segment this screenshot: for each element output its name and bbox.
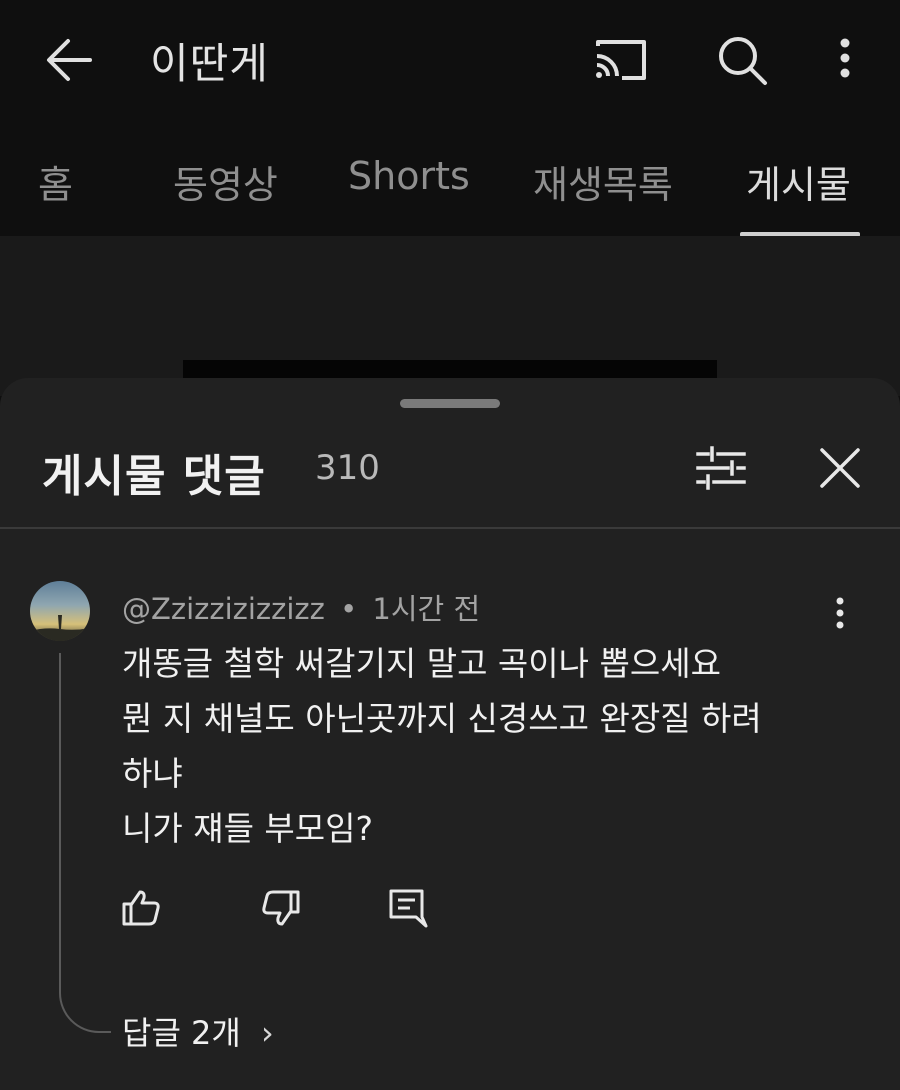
close-icon (820, 448, 860, 488)
sliders-icon (696, 446, 746, 490)
comment-author[interactable]: @Zzizzizizzizz (122, 592, 325, 626)
comment-line: 하냐 (122, 754, 183, 793)
reply-thread-line (59, 653, 111, 1033)
sheet-drag-handle[interactable] (400, 399, 500, 408)
avatar[interactable] (30, 581, 90, 641)
arrow-left-icon (47, 39, 92, 81)
comment-line: 개똥글 철학 써갈기지 말고 곡이나 뽑으세요 (122, 644, 721, 683)
close-sheet-button[interactable] (810, 438, 870, 498)
comment-line: 니가 쟤들 부모임? (122, 809, 374, 848)
like-button[interactable] (120, 886, 164, 930)
thumbs-up-icon (122, 890, 160, 926)
avatar-image (30, 615, 90, 641)
comment-text: 개똥글 철학 써갈기지 말고 곡이나 뽑으세요 뭔 지 채널도 아닌곳까지 신경… (122, 636, 842, 856)
tab-videos[interactable]: 동영상 (173, 154, 278, 209)
tab-shorts[interactable]: Shorts (348, 154, 470, 198)
channel-title: 이딴게 (150, 39, 269, 88)
reply-button[interactable] (386, 886, 430, 930)
comments-title: 게시물 댓글 (42, 451, 266, 502)
search-icon (719, 37, 767, 85)
tab-posts[interactable]: 게시물 (746, 154, 851, 209)
comments-count: 310 (315, 448, 380, 488)
more-vertical-icon (836, 597, 844, 629)
channel-tabs: 홈 동영상 Shorts 재생목록 게시물 (0, 120, 900, 236)
comment-meta: @Zzizzizizzizz • 1시간 전 (122, 586, 480, 628)
meta-separator: • (340, 592, 358, 626)
search-button[interactable] (712, 30, 772, 90)
sheet-divider (0, 527, 900, 529)
comment-time: 1시간 전 (372, 592, 481, 626)
more-vertical-icon (840, 38, 850, 78)
view-replies-button[interactable]: 답글 2개 › (122, 1008, 274, 1054)
comment-reply-icon (389, 889, 428, 928)
tab-home[interactable]: 홈 (38, 154, 73, 209)
thumbs-down-icon (262, 890, 300, 926)
cast-icon (596, 40, 646, 80)
tab-playlists[interactable]: 재생목록 (533, 154, 673, 209)
back-button[interactable] (40, 32, 100, 88)
replies-label: 답글 2개 (122, 1014, 241, 1052)
comment-line: 뭔 지 채널도 아닌곳까지 신경쓰고 완장질 하려 (122, 699, 762, 738)
more-options-button[interactable] (815, 30, 875, 90)
chevron-right-icon: › (261, 1014, 274, 1052)
cast-button[interactable] (592, 30, 652, 90)
dislike-button[interactable] (258, 886, 302, 930)
comments-sheet: 게시물 댓글 310 @Zzizzizizzizz • 1시간 전 개똥글 철학… (0, 378, 900, 1090)
top-app-bar: 이딴게 (0, 0, 900, 120)
sort-filter-button[interactable] (692, 440, 752, 500)
comment-more-button[interactable] (820, 590, 860, 640)
